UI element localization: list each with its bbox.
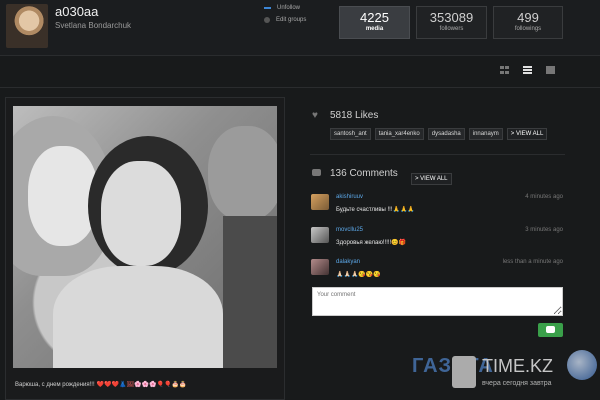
watermark: ГАЗЕТА TIME.KZ вчера сегодня завтра	[412, 350, 600, 400]
avatar[interactable]	[311, 227, 329, 243]
comment-time: less than a minute ago	[502, 259, 563, 265]
likes-count: 5818 Likes	[330, 110, 379, 121]
caption-emoji: ❤️❤️❤️👗🖼🌸🌸🌸🎈🎈🎂🎂	[96, 382, 187, 388]
comment-time: 4 minutes ago	[525, 194, 563, 200]
watermark-tagline: вчера сегодня завтра	[482, 380, 552, 387]
stat-media-label: media	[365, 26, 384, 32]
comment-text: Здоровья желаю!!!!!😊🎁	[336, 240, 407, 246]
send-comment-button[interactable]	[538, 323, 563, 337]
comment-time: 3 minutes ago	[525, 227, 563, 233]
post-photo[interactable]	[13, 106, 277, 368]
minus-icon	[264, 7, 271, 9]
likes-view-all-button[interactable]: > VIEW ALL	[506, 128, 548, 140]
watermark-brand: TIME.KZ	[482, 356, 553, 376]
stat-followers-value: 353089	[429, 10, 474, 25]
stat-followings-value: 499	[517, 10, 539, 25]
comments-count: 136 Comments	[330, 168, 398, 179]
heart-icon: ♥	[312, 110, 318, 121]
liker-tag[interactable]: tania_xar4enko	[374, 128, 424, 140]
hourglass-icon	[452, 356, 476, 388]
unfollow-label: Unfollow	[277, 5, 301, 11]
comment-user[interactable]: dalakyan	[336, 259, 360, 265]
divider	[0, 87, 600, 88]
comment-input[interactable]	[312, 287, 563, 316]
unfollow-button[interactable]: Unfollow	[264, 5, 300, 11]
grid-icon[interactable]	[500, 66, 509, 74]
liker-tag[interactable]: innanaym	[468, 128, 503, 140]
divider	[310, 154, 565, 155]
comment-icon	[312, 169, 321, 176]
stat-followers[interactable]: 353089 followers	[416, 6, 487, 39]
comment-text: 🙏🏻🙏🏻🙏🏻😘😘😘	[336, 272, 381, 278]
comment-text: Будьте счастливы !!!🙏🙏🙏	[336, 207, 415, 213]
globe-icon	[567, 350, 597, 380]
stat-followers-label: followers	[439, 26, 464, 32]
avatar[interactable]	[311, 259, 329, 275]
stat-followings-label: followings	[514, 26, 542, 32]
list-icon[interactable]	[523, 66, 532, 74]
comment-user[interactable]: akishiruuv	[336, 194, 363, 200]
stat-media-value: 4225	[360, 10, 389, 25]
comments-view-all-button[interactable]: > VIEW ALL	[411, 173, 452, 185]
avatar[interactable]	[6, 4, 48, 48]
liker-tag[interactable]: dysadasha	[427, 128, 465, 140]
chat-icon	[546, 326, 555, 333]
profile-header: a030aa Svetlana Bondarchuk Unfollow Edit…	[0, 0, 600, 56]
view-mode-switcher	[500, 66, 555, 74]
post-caption: Варюша, с днем рождения!!! ❤️❤️❤️👗🖼🌸🌸🌸🎈🎈🎂…	[15, 381, 186, 388]
single-icon[interactable]	[546, 66, 555, 74]
edit-groups-label: Edit groups	[276, 17, 307, 23]
profile-full-name: Svetlana Bondarchuk	[55, 21, 132, 30]
post-card: Варюша, с днем рождения!!! ❤️❤️❤️👗🖼🌸🌸🌸🎈🎈🎂…	[5, 97, 285, 400]
likers-list: santosh_ant tania_xar4enko dysadasha inn…	[330, 128, 548, 140]
caption-text: Варюша, с днем рождения!!!	[15, 382, 95, 388]
avatar[interactable]	[311, 194, 329, 210]
circle-icon	[264, 17, 270, 23]
stat-followings[interactable]: 499 followings	[493, 6, 563, 39]
stat-media[interactable]: 4225 media	[339, 6, 410, 39]
edit-groups-button[interactable]: Edit groups	[264, 17, 306, 23]
liker-tag[interactable]: santosh_ant	[330, 128, 371, 140]
comment-user[interactable]: movcllu25	[336, 227, 363, 233]
profile-username[interactable]: a030aa	[55, 4, 98, 19]
